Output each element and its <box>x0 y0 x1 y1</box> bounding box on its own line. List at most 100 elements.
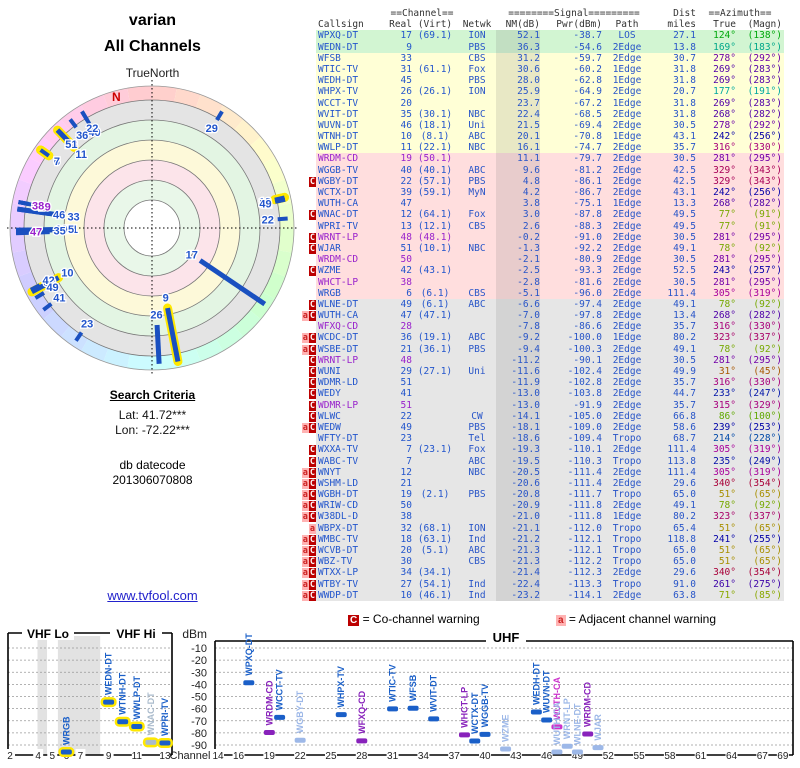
svg-text:-10: -10 <box>191 643 207 655</box>
real-channel: 27 <box>386 578 412 590</box>
svg-text:-20: -20 <box>191 655 207 667</box>
azimuth-true: 305° <box>696 287 736 299</box>
nm-db: -18.1 <box>496 421 544 434</box>
azimuth-true: 261° <box>696 578 736 590</box>
network <box>458 500 496 512</box>
azimuth-magnetic: (319°) <box>736 466 784 478</box>
real-channel: 11 <box>386 142 412 154</box>
nm-db: -19.5 <box>496 455 544 467</box>
azimuth-true: 316° <box>696 377 736 389</box>
adjacent-warning-badge: a <box>301 568 309 579</box>
real-channel: 51 <box>386 377 412 389</box>
virtual-channel: (19.1) <box>412 332 458 344</box>
azimuth-true: 242° <box>696 131 736 143</box>
path: 2Edge <box>602 388 652 400</box>
path: 2Edge <box>602 567 652 579</box>
azimuth-magnetic: (65°) <box>736 489 784 501</box>
tvfool-link-wrap: www.tvfool.com <box>0 588 305 603</box>
path: 2Edge <box>602 108 652 120</box>
co-channel-warning-badge: C <box>308 512 316 523</box>
svg-text:58: 58 <box>664 751 676 762</box>
col-real: Real <box>389 19 412 31</box>
path: 1Edge <box>602 131 652 143</box>
distance-miles: 43.1 <box>652 187 696 199</box>
callsign: WRGB <box>316 287 386 299</box>
svg-text:43: 43 <box>510 751 522 762</box>
real-channel: 41 <box>386 388 412 400</box>
path: Tropo <box>602 533 652 545</box>
nm-db: -21.3 <box>496 545 544 557</box>
nm-db: -18.6 <box>496 433 544 445</box>
callsign: WCTX-DT <box>316 187 386 199</box>
virtual-channel <box>412 276 458 288</box>
real-channel: 36 <box>386 332 412 344</box>
path: 2Edge <box>602 119 652 132</box>
real-channel: 35 <box>386 108 412 120</box>
network: ION <box>458 86 496 98</box>
virtual-channel: (69.1) <box>412 30 458 42</box>
adjacent-warning-badge: a <box>301 557 309 568</box>
nm-db: -21.3 <box>496 556 544 568</box>
svg-text:7: 7 <box>54 156 60 168</box>
path: 2Edge <box>602 153 652 165</box>
path: 2Edge <box>602 254 652 266</box>
adjacent-warning-badge: a <box>301 546 309 556</box>
nm-db: -23.2 <box>496 589 544 601</box>
svg-text:WCCT-TV: WCCT-TV <box>275 669 285 710</box>
co-channel-warning-badge: C <box>308 534 316 545</box>
azimuth-group-header: ==Azimuth== <box>708 8 772 19</box>
azimuth-magnetic: (91°) <box>736 220 784 232</box>
nm-db: -14.1 <box>496 410 544 422</box>
azimuth-true: 323° <box>696 511 736 523</box>
table-row: WRDM-CD 19 (50.1) 11.1 -79.7 2Edge 30.5 281° (29… <box>299 153 799 165</box>
azimuth-true: 169° <box>696 41 736 53</box>
nm-db: -20.8 <box>496 489 544 501</box>
path: Tropo <box>602 455 652 467</box>
pwr-dbm: -103.8 <box>544 388 602 400</box>
table-row: C WDMR-LP 51 -13.0 -91.9 2Edge 35.7 315° (329°) <box>299 399 799 411</box>
network: PBS <box>458 41 496 53</box>
charts-svg: -10-20-30-40-50-60-70-80-90dBmVHF Lo VHF … <box>5 626 794 762</box>
table-row: a C WNYT 12 NBC -20.5 -111.4 2Edge 111.4 305° (319… <box>299 466 799 478</box>
svg-text:-70: -70 <box>191 716 207 728</box>
table-row: C WJAR 51 (10.1) NBC -1.3 -92.2 2Edge 49.1 78° (92… <box>299 242 799 255</box>
path: 2Edge <box>602 242 652 255</box>
svg-text:WGGB-TV: WGGB-TV <box>480 684 490 728</box>
virtual-channel <box>412 433 458 445</box>
network: Uni <box>458 119 496 132</box>
real-channel: 34 <box>386 567 412 579</box>
azimuth-true: 78° <box>696 242 736 255</box>
virtual-channel <box>412 421 458 434</box>
tvfool-link[interactable]: www.tvfool.com <box>107 588 197 603</box>
pwr-dbm: -60.2 <box>544 63 602 76</box>
path: Tropo <box>602 545 652 557</box>
real-channel: 7 <box>386 444 412 456</box>
table-row: WHPX-TV 26 (26.1) ION 25.9 -64.9 2Edge 20.7 177°… <box>299 86 799 98</box>
table-row: WHCT-LP 38 -2.8 -81.6 2Edge 30.5 281° (295°) <box>299 276 799 288</box>
azimuth-magnetic: (45°) <box>736 366 784 378</box>
azimuth-magnetic: (282°) <box>736 310 784 322</box>
azimuth-true: 233° <box>696 388 736 400</box>
search-criteria-heading: Search Criteria <box>109 388 196 402</box>
virtual-channel <box>412 254 458 266</box>
table-row: WCCT-TV 20 23.7 -67.2 1Edge 31.8 269° (283°) <box>299 97 799 109</box>
callsign: WEDY <box>316 388 386 400</box>
callsign: WRIW-CD <box>316 500 386 512</box>
network <box>458 388 496 400</box>
network <box>458 377 496 389</box>
callsign: WEDN-DT <box>316 41 386 53</box>
azimuth-magnetic: (92°) <box>736 298 784 311</box>
table-row: C WNAC-DT 12 (64.1) Fox 3.0 -87.8 2Edge 49.5 77°(… <box>299 209 799 221</box>
table-row: a C WCDC-DT 36 (19.1) ABC -9.2 -100.0 1Edge 80.2 3… <box>299 332 799 344</box>
callsign: WLNE-DT <box>316 298 386 311</box>
azimuth-true: 329° <box>696 164 736 176</box>
path: 2Edge <box>602 399 652 411</box>
azimuth-magnetic: (65°) <box>736 556 784 568</box>
callsign: WCDC-DT <box>316 332 386 344</box>
path: Tropo <box>602 556 652 568</box>
pwr-dbm: -112.1 <box>544 533 602 545</box>
network <box>458 567 496 579</box>
virtual-channel <box>412 52 458 64</box>
azimuth-true: 268° <box>696 198 736 210</box>
azimuth-true: 269° <box>696 63 736 76</box>
